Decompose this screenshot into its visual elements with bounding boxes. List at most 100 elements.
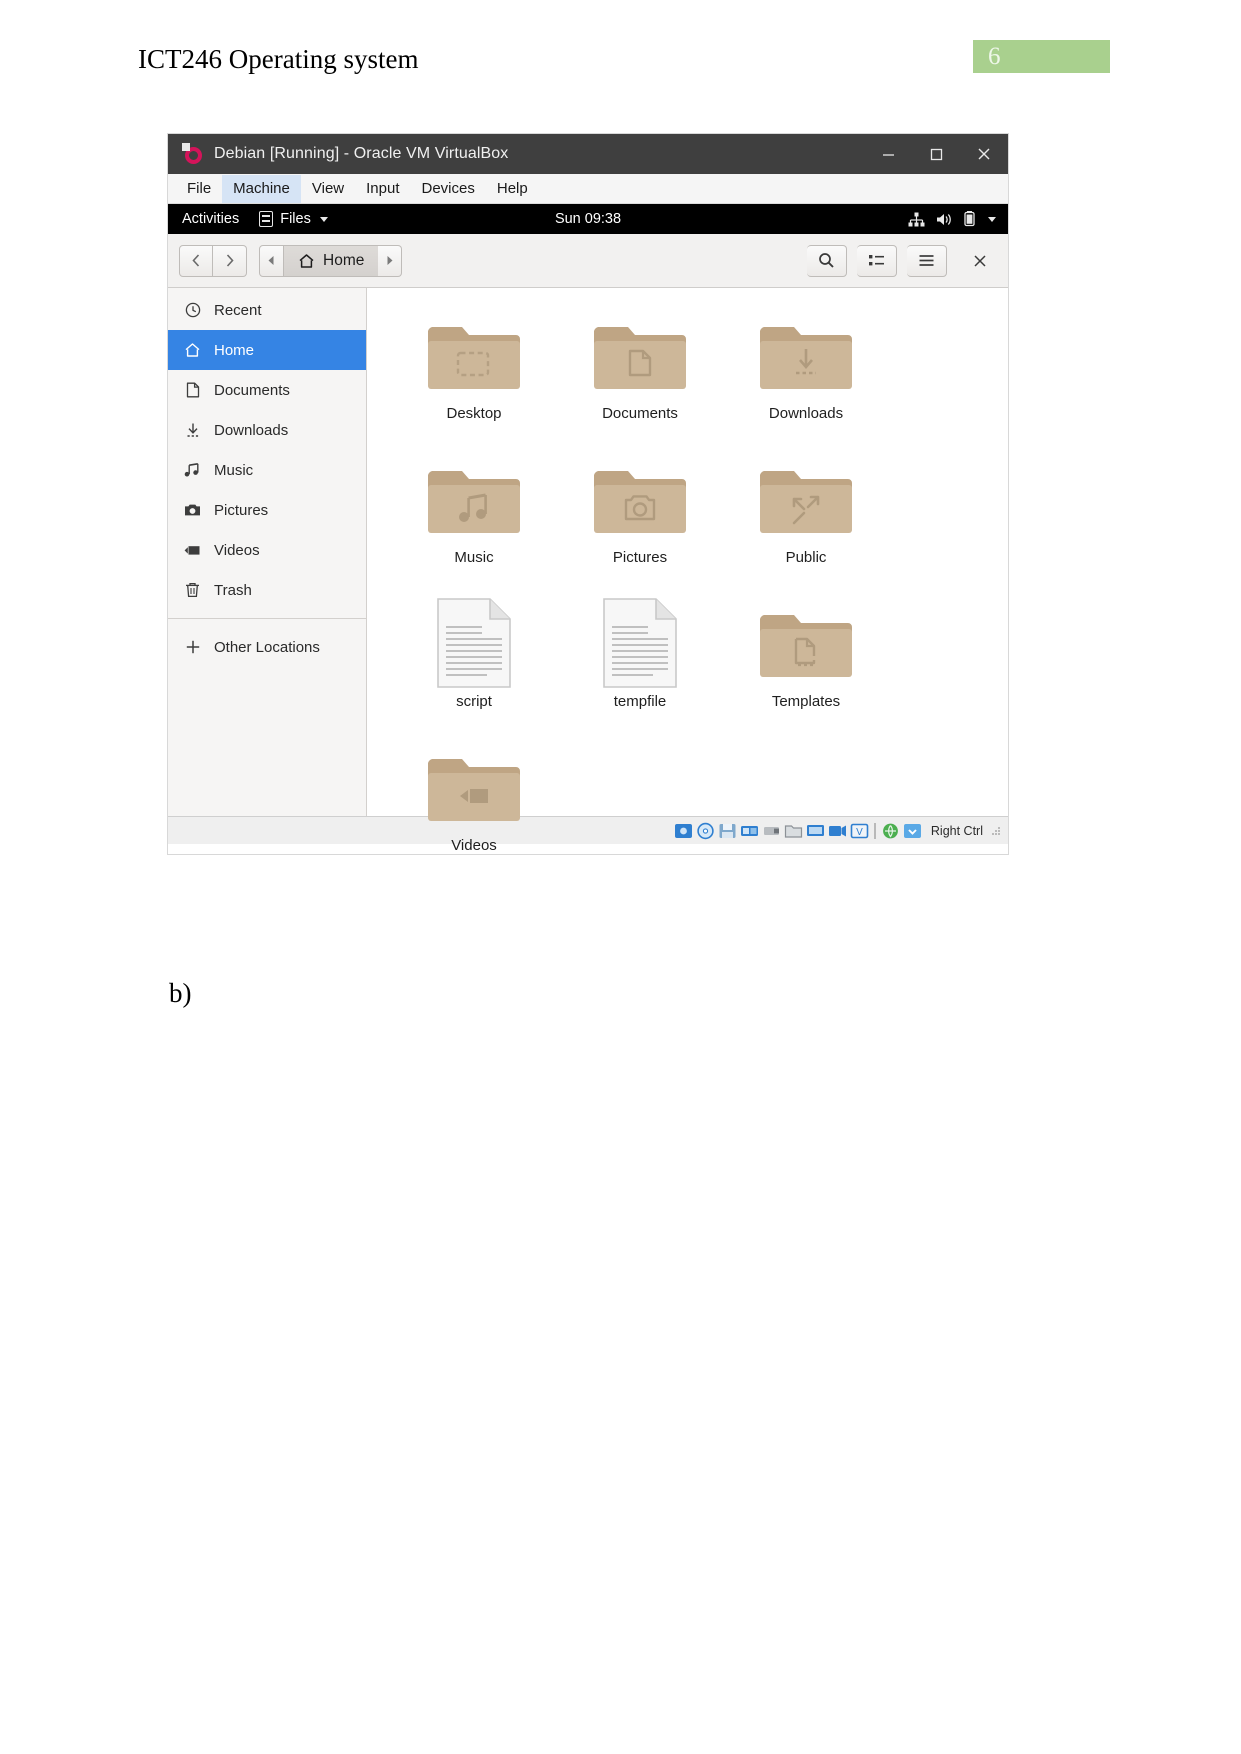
file-item[interactable]: Documents	[557, 302, 723, 441]
files-close-icon[interactable]	[963, 245, 997, 277]
clock-icon	[184, 302, 201, 318]
file-item[interactable]: Downloads	[723, 302, 889, 441]
document-header: ICT246 Operating system 6	[0, 40, 1241, 84]
menu-machine[interactable]: Machine	[222, 174, 301, 203]
sidebar-item-other-locations[interactable]: Other Locations	[168, 627, 366, 667]
icon-grid: Desktop Documents Downloads Music Pictur…	[391, 302, 1008, 873]
app-menu-label: Files	[280, 211, 311, 227]
path-button-home[interactable]: Home	[284, 244, 379, 277]
resize-grip-icon[interactable]	[990, 825, 1002, 837]
menu-devices[interactable]: Devices	[411, 175, 486, 203]
sidebar-label: Videos	[214, 541, 260, 559]
sidebar-item-pictures[interactable]: Pictures	[168, 490, 366, 530]
folder-icon-templates	[760, 594, 852, 692]
search-button-group	[807, 244, 847, 277]
chevron-down-icon	[988, 216, 996, 222]
hamburger-menu-icon[interactable]	[907, 244, 947, 277]
search-icon[interactable]	[807, 244, 847, 277]
file-item[interactable]: Desktop	[391, 302, 557, 441]
file-label: Public	[785, 549, 827, 566]
home-icon	[184, 342, 201, 358]
sidebar-label: Downloads	[214, 421, 289, 439]
file-label: script	[456, 693, 492, 710]
text-file-icon-tempfile	[601, 594, 679, 692]
menu-view[interactable]: View	[301, 175, 355, 203]
vbox-window-title: Debian [Running] - Oracle VM VirtualBox	[214, 145, 509, 162]
virtualbox-window: Debian [Running] - Oracle VM VirtualBox …	[168, 134, 1008, 854]
vbox-titlebar: Debian [Running] - Oracle VM VirtualBox	[168, 134, 1008, 174]
home-icon	[298, 253, 315, 269]
text-file-icon-script	[435, 594, 513, 692]
sidebar-item-trash[interactable]: Trash	[168, 570, 366, 610]
files-body: Recent Home Documents Downloads Music Pi…	[168, 288, 1008, 854]
files-headerbar: Home	[168, 234, 1008, 288]
activities-button[interactable]: Activities	[168, 211, 253, 227]
folder-icon-documents	[594, 306, 686, 404]
window-controls	[864, 134, 1008, 174]
sidebar-item-recent[interactable]: Recent	[168, 290, 366, 330]
file-label: Documents	[602, 405, 678, 422]
music-note-icon	[184, 462, 201, 478]
sidebar-label: Recent	[214, 301, 262, 319]
download-icon	[184, 422, 201, 438]
menu-file[interactable]: File	[176, 175, 222, 203]
file-label: Music	[454, 549, 494, 566]
sidebar-label: Home	[214, 341, 255, 359]
sidebar-item-music[interactable]: Music	[168, 450, 366, 490]
maximize-icon[interactable]	[912, 134, 960, 174]
menu-input[interactable]: Input	[355, 175, 410, 203]
sidebar-item-videos[interactable]: Videos	[168, 530, 366, 570]
sidebar-item-documents[interactable]: Documents	[168, 370, 366, 410]
forward-button[interactable]	[213, 244, 247, 277]
file-item[interactable]: script	[391, 590, 557, 729]
document-icon	[184, 382, 201, 398]
chevron-down-icon	[319, 216, 328, 222]
page-number-badge: 6	[973, 40, 1110, 73]
file-item[interactable]: Pictures	[557, 446, 723, 585]
files-app-icon	[259, 211, 274, 227]
video-icon	[184, 544, 201, 557]
volume-icon	[936, 212, 953, 227]
vbox-menubar: File Machine View Input Devices Help	[168, 174, 1008, 204]
folder-icon-public	[760, 450, 852, 548]
app-menu-button[interactable]: Files	[253, 211, 334, 227]
file-item[interactable]: Videos	[391, 734, 557, 873]
document-page: ICT246 Operating system 6 Debian [Runnin…	[0, 0, 1241, 1754]
sidebar-divider	[168, 618, 366, 619]
battery-icon	[964, 211, 975, 227]
back-button[interactable]	[179, 244, 213, 277]
system-status-area[interactable]	[908, 211, 1008, 227]
file-label: tempfile	[613, 693, 667, 710]
minimize-icon[interactable]	[864, 134, 912, 174]
file-item[interactable]: tempfile	[557, 590, 723, 729]
path-label: Home	[323, 251, 365, 269]
files-sidebar: Recent Home Documents Downloads Music Pi…	[168, 288, 367, 816]
file-label: Downloads	[768, 405, 844, 422]
close-icon[interactable]	[960, 134, 1008, 174]
path-bar: Home	[259, 244, 403, 277]
sidebar-label: Other Locations	[214, 638, 320, 656]
page-title: ICT246 Operating system	[138, 44, 419, 74]
trash-icon	[184, 582, 201, 598]
file-grid-view[interactable]: Desktop Documents Downloads Music Pictur…	[367, 288, 1008, 854]
menu-button-group	[907, 244, 947, 277]
file-label: Pictures	[612, 549, 668, 566]
sidebar-item-home[interactable]: Home	[168, 330, 366, 370]
menu-help[interactable]: Help	[486, 175, 539, 203]
sidebar-label: Music	[214, 461, 254, 479]
list-view-icon[interactable]	[857, 244, 897, 277]
camera-icon	[184, 503, 201, 517]
file-item[interactable]: Music	[391, 446, 557, 585]
sidebar-label: Pictures	[214, 501, 269, 519]
file-label: Videos	[451, 837, 497, 854]
file-label: Desktop	[446, 405, 502, 422]
folder-icon-downloads	[760, 306, 852, 404]
file-item[interactable]: Templates	[723, 590, 889, 729]
sidebar-item-downloads[interactable]: Downloads	[168, 410, 366, 450]
path-scroll-right-button[interactable]	[378, 244, 403, 277]
folder-icon-music	[428, 450, 520, 548]
file-item[interactable]: Public	[723, 446, 889, 585]
file-label: Templates	[771, 693, 841, 710]
path-scroll-left-button[interactable]	[259, 244, 284, 277]
folder-icon-videos	[428, 738, 520, 836]
